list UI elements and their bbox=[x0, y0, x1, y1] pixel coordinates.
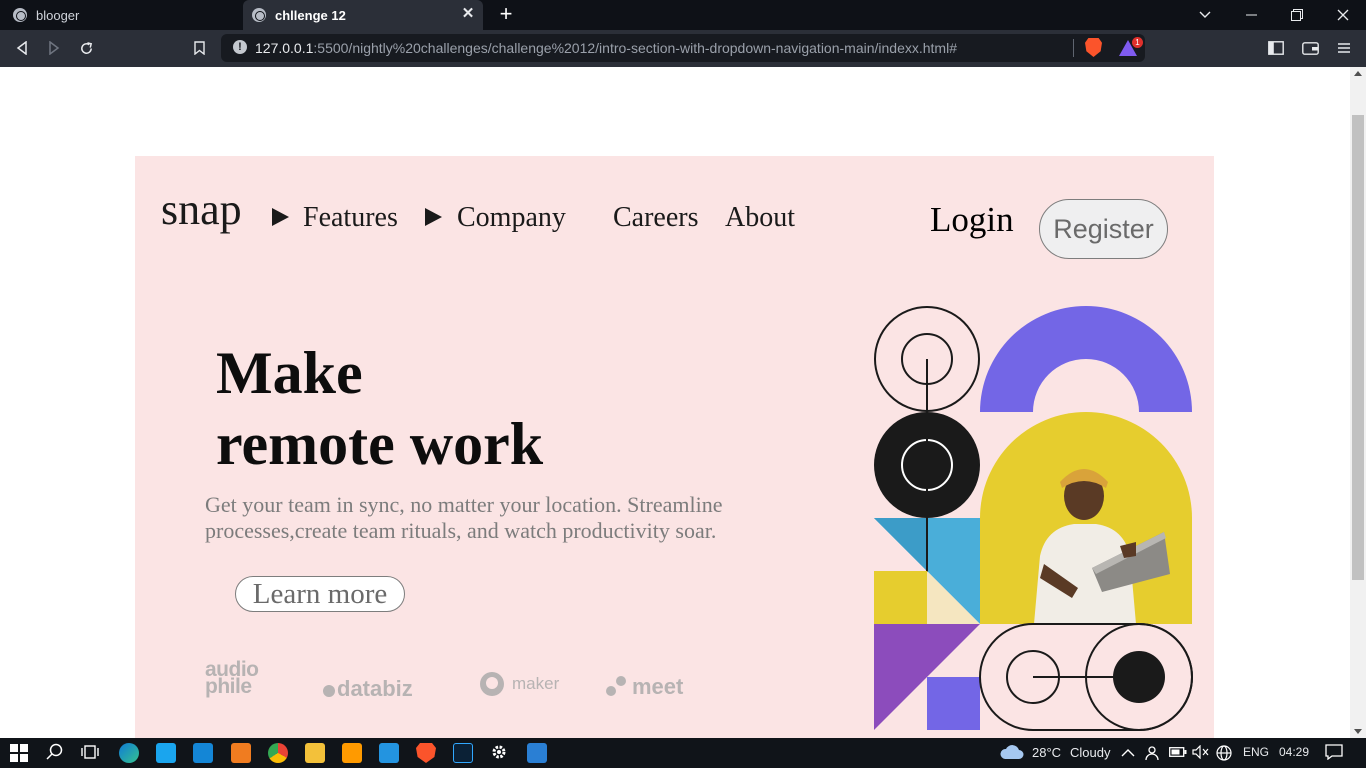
hero-subtitle: Get your team in sync, no matter your lo… bbox=[205, 492, 723, 543]
weather-temp[interactable]: 28°C bbox=[1032, 745, 1061, 760]
browser-tab-bar: blooger chllenge 12 ✕ + bbox=[0, 0, 1366, 30]
purple-square bbox=[927, 677, 980, 730]
notifications-icon[interactable] bbox=[1325, 744, 1343, 762]
address-bar[interactable]: ! 127.0.0.1:5500/nightly%20challenges/ch… bbox=[221, 34, 1145, 62]
chrome-icon[interactable] bbox=[268, 743, 288, 763]
forward-icon[interactable] bbox=[42, 36, 66, 60]
nav-about[interactable]: About bbox=[725, 201, 795, 235]
photos-icon[interactable] bbox=[527, 743, 547, 763]
vscode-icon[interactable] bbox=[379, 743, 399, 763]
nav-company[interactable]: Company bbox=[457, 201, 566, 235]
battery-icon[interactable] bbox=[1169, 745, 1187, 761]
photoshop-icon[interactable] bbox=[453, 743, 473, 763]
hero-title-line-1: Make bbox=[216, 340, 363, 406]
mail-icon[interactable] bbox=[193, 743, 213, 763]
snap-logo[interactable]: snap bbox=[161, 188, 242, 232]
browser-toolbar: ! 127.0.0.1:5500/nightly%20challenges/ch… bbox=[0, 30, 1366, 67]
meet-text: meet bbox=[632, 674, 684, 699]
brave-icon[interactable] bbox=[416, 743, 436, 763]
address-bar-divider bbox=[1073, 39, 1074, 57]
wallet-icon[interactable] bbox=[1298, 36, 1322, 60]
globe-icon bbox=[13, 8, 27, 22]
minimize-icon[interactable] bbox=[1228, 0, 1274, 30]
hero-title-line-2: remote work bbox=[216, 411, 544, 477]
scroll-down-icon[interactable] bbox=[1354, 729, 1362, 734]
task-view-icon[interactable] bbox=[81, 743, 101, 763]
purple-arch bbox=[980, 306, 1192, 412]
black-dot bbox=[1113, 651, 1165, 703]
scroll-up-icon[interactable] bbox=[1354, 71, 1362, 76]
yellow-square bbox=[874, 571, 927, 624]
bookmark-icon[interactable] bbox=[187, 36, 211, 60]
page-scrollbar[interactable] bbox=[1350, 67, 1366, 738]
nav-features[interactable]: Features bbox=[303, 201, 398, 235]
settings-gear-icon[interactable] bbox=[490, 743, 510, 763]
login-link[interactable]: Login bbox=[930, 200, 1014, 240]
sublime-text-icon[interactable] bbox=[342, 743, 362, 763]
rewards-badge: 1 bbox=[1132, 37, 1143, 48]
scroll-thumb[interactable] bbox=[1352, 115, 1364, 580]
search-icon[interactable] bbox=[46, 743, 66, 763]
databiz-dot-icon bbox=[323, 685, 335, 697]
meet-dots-icon bbox=[606, 676, 628, 698]
reload-icon[interactable] bbox=[74, 36, 98, 60]
register-button[interactable]: Register bbox=[1039, 199, 1168, 259]
hero-title: Make remote work bbox=[216, 338, 543, 480]
tab-title: chllenge 12 bbox=[275, 7, 346, 23]
people-icon[interactable] bbox=[1145, 745, 1161, 761]
tab-title: blooger bbox=[36, 7, 80, 23]
nav-careers[interactable]: Careers bbox=[613, 201, 699, 235]
tab-search-chevron-icon[interactable] bbox=[1182, 0, 1228, 30]
input-language[interactable]: ENG bbox=[1243, 745, 1269, 759]
restore-icon[interactable] bbox=[1274, 0, 1320, 30]
hero-illustration bbox=[874, 306, 1193, 731]
client-logo-databiz: databiz bbox=[323, 676, 413, 702]
sidebar-icon[interactable] bbox=[1264, 36, 1288, 60]
edge-icon[interactable] bbox=[119, 743, 139, 763]
learn-more-button[interactable]: Learn more bbox=[235, 576, 405, 612]
close-tab-icon[interactable]: ✕ bbox=[460, 6, 476, 22]
clock-time[interactable]: 04:29 bbox=[1279, 745, 1309, 759]
brave-shields-icon[interactable] bbox=[1085, 38, 1102, 57]
page-viewport: snap Features Company Careers About Logi… bbox=[0, 67, 1350, 738]
databiz-text: databiz bbox=[337, 676, 413, 701]
features-arrow-icon[interactable] bbox=[272, 208, 289, 226]
menu-icon[interactable] bbox=[1332, 36, 1356, 60]
language-globe-icon[interactable] bbox=[1216, 745, 1234, 761]
audiophile-line-2: phile bbox=[205, 675, 252, 698]
cloud-icon[interactable] bbox=[1000, 744, 1024, 760]
maker-icon bbox=[480, 672, 504, 696]
url-text[interactable]: 127.0.0.1:5500/nightly%20challenges/chal… bbox=[255, 40, 957, 56]
tab-chllenge-12[interactable]: chllenge 12 ✕ bbox=[243, 0, 483, 30]
close-window-icon[interactable] bbox=[1320, 0, 1366, 30]
client-logo-audiophile: audio phile bbox=[205, 659, 259, 698]
client-logo-maker: maker bbox=[480, 672, 559, 696]
tab-blooger[interactable]: blooger bbox=[0, 0, 242, 30]
new-tab-button[interactable]: + bbox=[495, 3, 517, 25]
maker-text: maker bbox=[512, 674, 560, 693]
client-logo-meet: meet bbox=[606, 674, 683, 700]
intro-section: snap Features Company Careers About Logi… bbox=[135, 156, 1214, 738]
windows-taskbar: 28°C Cloudy ENG 04:29 bbox=[0, 738, 1366, 768]
volume-muted-icon[interactable] bbox=[1192, 744, 1210, 761]
back-icon[interactable] bbox=[10, 36, 34, 60]
site-info-icon[interactable]: ! bbox=[233, 40, 247, 54]
store-icon[interactable] bbox=[156, 743, 176, 763]
globe-icon bbox=[252, 8, 266, 22]
chevron-up-icon[interactable] bbox=[1121, 745, 1137, 761]
company-arrow-icon[interactable] bbox=[425, 208, 442, 226]
xampp-icon[interactable] bbox=[231, 743, 251, 763]
blue-triangle-dark bbox=[874, 518, 927, 571]
file-explorer-icon[interactable] bbox=[305, 743, 325, 763]
weather-desc[interactable]: Cloudy bbox=[1070, 745, 1110, 760]
windows-start-icon[interactable] bbox=[10, 744, 30, 764]
